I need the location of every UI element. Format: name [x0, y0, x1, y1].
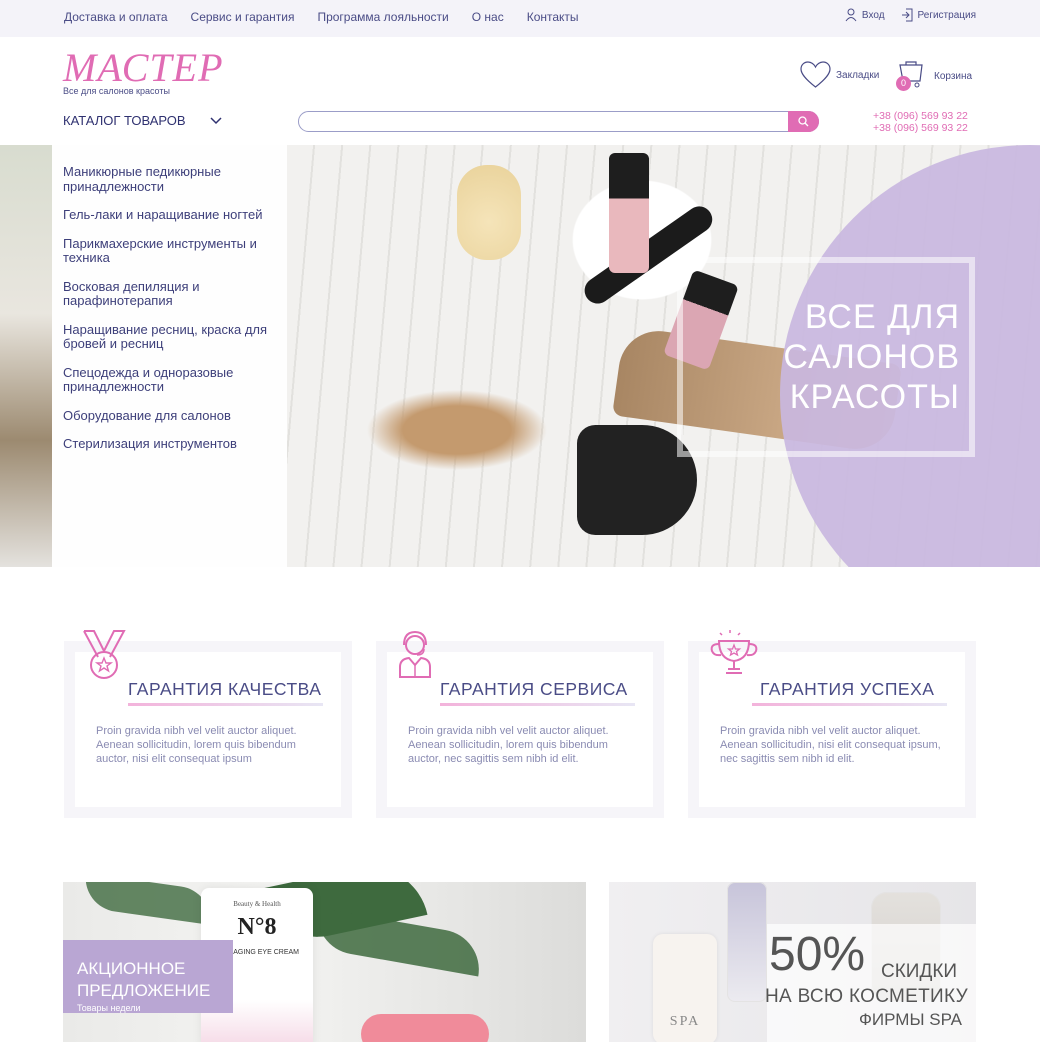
phone-numbers: +38 (096) 569 93 22 +38 (096) 569 93 22 [873, 110, 968, 134]
catalog-item-gel-polish[interactable]: Гель-лаки и наращивание ногтей [63, 207, 277, 223]
discount-percent: 50% [769, 928, 866, 981]
nav-service[interactable]: Сервис и гарантия [191, 10, 295, 24]
catalog-menu: Маникюрные педикюрные принадлежности Гел… [52, 145, 287, 567]
discount-line-2: НА ВСЮ КОСМЕТИКУ [765, 986, 968, 1007]
feature-card-service: ГАРАНТИЯ СЕРВИСА Proin gravida nibh vel … [376, 630, 664, 818]
register-link[interactable]: Регистрация [901, 8, 976, 22]
tube-brand: Beauty & Health [233, 900, 281, 908]
feature-card-success: ГАРАНТИЯ УСПЕХА Proin gravida nibh vel v… [688, 630, 976, 818]
hero-title-line-2: САЛОНОВ [783, 338, 960, 376]
promo-label: АКЦИОННОЕ ПРЕДЛОЖЕНИЕ Товары недели [63, 940, 233, 1013]
nav-contacts[interactable]: Контакты [527, 10, 579, 24]
catalog-item-waxing[interactable]: Восковая депиляция и парафинотерапия [63, 279, 277, 309]
search-input[interactable] [309, 114, 779, 130]
cart-label: Корзина [934, 70, 973, 82]
hero-left-image [0, 145, 52, 567]
nav-loyalty[interactable]: Программа лояльности [317, 10, 448, 24]
hero-title-line-3: КРАСОТЫ [789, 378, 960, 416]
trophy-icon [708, 629, 760, 684]
catalog-item-manicure[interactable]: Маникюрные педикюрные принадлежности [63, 164, 277, 194]
feature-title: ГАРАНТИЯ СЕРВИСА [440, 679, 628, 699]
catalog-dropdown-button[interactable]: КАТАЛОГ ТОВАРОВ [63, 113, 222, 128]
tube-number: N°8 [237, 914, 277, 940]
favorites-button[interactable]: Закладки [800, 61, 879, 89]
promo-label-sub: Товары недели [77, 1003, 141, 1013]
cart-icon-wrap: 0 [896, 61, 928, 91]
promo-banner-spa-discount[interactable]: SPA 50% СКИДКИ НА ВСЮ КОСМЕТИКУ ФИРМЫ SP… [609, 882, 976, 1042]
phone-2[interactable]: +38 (096) 569 93 22 [873, 122, 968, 134]
feature-text: Proin gravida nibh vel velit auctor aliq… [408, 725, 609, 765]
nail-polish-image [609, 153, 649, 273]
nav-about[interactable]: О нас [472, 10, 504, 24]
catalog-item-workwear[interactable]: Спецодежда и одноразовые принадлежности [63, 365, 277, 395]
feature-underline [440, 703, 635, 706]
logo-word: МАСТЕР [63, 45, 224, 90]
cream-jar-image [361, 1014, 489, 1042]
hero-title-line-1: ВСЕ ДЛЯ [804, 298, 960, 336]
oil-bottle-image [457, 165, 521, 260]
feature-title: ГАРАНТИЯ УСПЕХА [760, 679, 935, 699]
spa-bottle-image: SPA [653, 934, 717, 1042]
top-bar: Доставка и оплата Сервис и гарантия Прог… [0, 0, 1040, 37]
promo-banner-weekly[interactable]: Beauty & Health N°8 ANTI-AGING EYE CREAM… [63, 882, 586, 1042]
discount-suffix: СКИДКИ [881, 961, 958, 982]
promo-label-line-2: ПРЕДЛОЖЕНИЕ [77, 981, 211, 1000]
catalog-item-equipment[interactable]: Оборудование для салонов [63, 408, 277, 424]
login-link[interactable]: Вход [845, 8, 885, 22]
heart-icon [800, 61, 831, 88]
medal-icon [80, 629, 130, 686]
search-bar [298, 111, 819, 132]
palm-leaf-image [81, 882, 215, 925]
catalog-label: КАТАЛОГ ТОВАРОВ [63, 113, 186, 128]
nav-delivery[interactable]: Доставка и оплата [64, 10, 168, 24]
catalog-item-lashes[interactable]: Наращивание ресниц, краска для бровей и … [63, 322, 277, 352]
auth-links: Вход Регистрация [845, 8, 976, 22]
catalog-item-hairdressing[interactable]: Парикмахерские инструменты и техника [63, 236, 277, 266]
feature-text: Proin gravida nibh vel velit auctor aliq… [96, 725, 297, 765]
promo-label-line-1: АКЦИОННОЕ [77, 959, 186, 978]
discount-line-3: ФИРМЫ SPA [859, 1010, 962, 1029]
cart-button[interactable]: 0 Корзина [896, 61, 972, 91]
chevron-down-icon [210, 116, 222, 124]
feature-underline [128, 703, 323, 706]
search-icon [798, 116, 809, 127]
hero-title: ВСЕ ДЛЯ САЛОНОВ КРАСОТЫ [760, 297, 960, 417]
top-nav: Доставка и оплата Сервис и гарантия Прог… [64, 10, 579, 24]
user-icon [845, 8, 857, 22]
hero-banner: ВСЕ ДЛЯ САЛОНОВ КРАСОТЫ Маникюрные педик… [0, 145, 1040, 567]
favorites-label: Закладки [836, 69, 880, 81]
feature-text: Proin gravida nibh vel velit auctor aliq… [720, 725, 941, 765]
login-label: Вход [861, 9, 885, 21]
cart-count-badge: 0 [896, 76, 911, 91]
spa-bottle-label: SPA [669, 1014, 701, 1029]
feature-card-quality: ГАРАНТИЯ КАЧЕСТВА Proin gravida nibh vel… [64, 630, 352, 818]
logo[interactable]: МАСТЕР Все для салонов красоты [63, 45, 224, 97]
support-agent-icon [398, 629, 434, 684]
sign-in-icon [901, 8, 913, 22]
search-button[interactable] [788, 111, 819, 132]
register-label: Регистрация [917, 9, 976, 21]
lotion-bottle-image [727, 882, 767, 1002]
catalog-item-sterilization[interactable]: Стерилизация инструментов [63, 436, 277, 452]
phone-1[interactable]: +38 (096) 569 93 22 [873, 110, 968, 122]
feature-title: ГАРАНТИЯ КАЧЕСТВА [128, 679, 322, 699]
feature-underline [752, 703, 947, 706]
